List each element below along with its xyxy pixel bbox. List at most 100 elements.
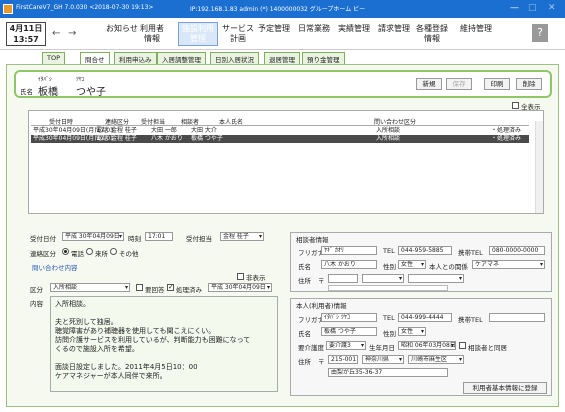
- tab-6[interactable]: 預り金管理: [302, 52, 345, 64]
- maximize-icon: □: [528, 3, 537, 13]
- connection-info: IP:192.168.1.83 admin (*) 1400000032 グルー…: [190, 6, 366, 13]
- consultant-sex-select[interactable]: 女性: [398, 260, 426, 269]
- inquiry-content-link[interactable]: 問い合わせ内容: [32, 262, 78, 272]
- category-select[interactable]: 入所相談: [50, 283, 130, 292]
- person-furigana-input[interactable]: ｲﾀﾊﾞｼ ﾂﾔｺ: [321, 313, 377, 322]
- menu-item-4[interactable]: 予定管理: [258, 24, 290, 34]
- help-icon[interactable]: ?: [532, 24, 548, 42]
- print-button[interactable]: 印刷: [484, 78, 510, 90]
- person-sex-select[interactable]: 女性: [398, 327, 426, 336]
- staff-label: 受付担当: [186, 235, 212, 243]
- processed-label: 処理済み: [176, 286, 202, 294]
- care-level-select[interactable]: 要介護3: [326, 341, 366, 350]
- time-input[interactable]: 17:01: [145, 232, 173, 241]
- window-title: FirstCareV7_GH 7.0.030 <2018-07-30 19:13…: [16, 4, 154, 11]
- consultant-furigana-input[interactable]: ﾔｷﾞ ｶｵﾘ: [321, 246, 377, 255]
- menu-item-3[interactable]: サービス 計画: [222, 24, 254, 44]
- tab-2[interactable]: 利用申込み: [114, 52, 157, 64]
- consultant-street-input[interactable]: [328, 285, 448, 291]
- menu-item-0[interactable]: お知らせ: [106, 24, 138, 34]
- person-street-input[interactable]: 由梨が丘35-36-37: [328, 368, 448, 377]
- processed-checkbox[interactable]: [167, 283, 174, 291]
- tab-1[interactable]: 問合せ: [80, 52, 110, 64]
- tab-3[interactable]: 入居調整管理: [157, 52, 206, 64]
- menu-item-7[interactable]: 請求管理: [378, 24, 410, 34]
- close-icon[interactable]: ✕: [548, 3, 556, 13]
- contact-option-visit: 来所: [95, 250, 108, 258]
- tab-4[interactable]: 日別入居状況: [210, 52, 259, 64]
- menu-item-9[interactable]: 維持管理: [460, 24, 492, 34]
- person-mobile-label: 携帯TEL: [458, 316, 483, 324]
- register-basic-info-button[interactable]: 利用者基本情報に登録: [463, 382, 547, 394]
- app-icon: [3, 4, 13, 14]
- person-tel-label: TEL: [383, 314, 395, 322]
- inquiry-list[interactable]: 受付日時 連絡区分 受付担当 相談者 本人氏名 問い合わせ区分 平成30年04月09日(月)…: [28, 110, 544, 214]
- name-label: 氏名: [20, 88, 33, 96]
- menu-item-1[interactable]: 利用者 情報: [140, 24, 164, 44]
- processed-date-input[interactable]: 平成 30年04月09日: [208, 283, 272, 292]
- person-city-select[interactable]: 川崎市麻生区: [408, 355, 464, 364]
- staff-select[interactable]: 金程 桂子: [220, 232, 264, 241]
- contact-radio-phone[interactable]: [62, 248, 69, 255]
- person-name-label: 氏名: [298, 330, 311, 338]
- content-line: 入所相談。: [55, 300, 90, 308]
- consultant-postal-input[interactable]: [328, 274, 358, 283]
- menu-item-6[interactable]: 実績管理: [338, 24, 370, 34]
- time-label: 時刻: [128, 235, 141, 243]
- person-tel-input[interactable]: 044-999-4444: [398, 313, 452, 322]
- person-pref-select[interactable]: 神奈川県: [362, 355, 404, 364]
- hidden-checkbox[interactable]: [237, 273, 244, 280]
- content-line: ケアマネジャーが本人同伴で来所。: [55, 372, 167, 380]
- current-datetime: 4月11日 13:57: [6, 22, 46, 46]
- tab-5[interactable]: 退居管理: [264, 52, 300, 64]
- person-sex-label: 性別: [383, 330, 396, 338]
- consultant-tel-label: TEL: [383, 247, 395, 255]
- consultant-city-select[interactable]: [408, 274, 464, 283]
- title-bar: FirstCareV7_GH 7.0.030 <2018-07-30 19:13…: [0, 0, 565, 18]
- consultant-name-input[interactable]: 八木 かおり: [321, 260, 377, 269]
- list-scrollbar[interactable]: [535, 121, 543, 213]
- delete-button[interactable]: 削除: [516, 78, 542, 90]
- person-postal-input[interactable]: 215-0011: [328, 355, 358, 364]
- new-button[interactable]: 新規: [416, 78, 442, 90]
- person-name-input[interactable]: 板橋 つや子: [321, 327, 377, 336]
- consultant-pref-select[interactable]: [362, 274, 404, 283]
- consultant-mobile-label: 携帯TEL: [458, 249, 483, 257]
- consultant-title: 相談者情報: [296, 236, 329, 244]
- contact-label: 連絡区分: [30, 250, 56, 258]
- birth-label: 生年月日: [369, 344, 395, 352]
- menu-item-2[interactable]: 施設利用 管理: [178, 22, 218, 46]
- tab-bar: TOP 問合せ 利用申込み 入居調整管理 日別入居状況 退居管理 預り金管理: [0, 50, 565, 64]
- kana-sei: ｲﾀﾊﾞｼ: [38, 77, 52, 83]
- person-mobile-input[interactable]: [489, 313, 545, 322]
- cohabit-label: 相談者と同居: [468, 344, 507, 352]
- reception-date-label: 受付日付: [30, 235, 56, 243]
- hidden-label: 非表示: [246, 274, 266, 282]
- relation-select[interactable]: ケアマネ: [472, 260, 545, 269]
- cohabit-checkbox[interactable]: [459, 342, 466, 349]
- content-label: 内容: [30, 300, 43, 308]
- forward-arrow-icon[interactable]: →: [68, 28, 76, 39]
- table-row[interactable]: 平成30年04月09日(月)17:03 電話 金程 桂子 大田 一郎 大田 大介 入所相談…: [31, 127, 529, 135]
- show-all-checkbox[interactable]: [512, 102, 519, 109]
- menu-item-5[interactable]: 日常業務: [298, 24, 330, 34]
- birth-date-input[interactable]: 昭和 06年03月08日: [398, 341, 456, 350]
- consultant-address-label: 住所: [298, 277, 311, 285]
- minimize-icon[interactable]: —: [510, 3, 519, 13]
- content-textarea[interactable]: 入所相談。 夫と死別して独居。 聴覚障害があり補聴器を使用しても聞こえにくい。 訪問介…: [50, 296, 278, 392]
- name-mei: つや子: [76, 87, 106, 98]
- reception-date-input[interactable]: 平成 30年04月09日: [62, 232, 124, 241]
- contact-radio-other[interactable]: [110, 248, 117, 255]
- reply-checkbox[interactable]: [136, 284, 143, 291]
- save-button[interactable]: 保存: [446, 78, 472, 90]
- tab-0[interactable]: TOP: [42, 52, 66, 64]
- consultant-tel-input[interactable]: 044-959-5885: [398, 246, 452, 255]
- back-arrow-icon[interactable]: ←: [52, 28, 60, 39]
- list-header-divider: [31, 125, 529, 126]
- person-title: 本人(利用者)情報: [296, 302, 347, 310]
- contact-radio-visit[interactable]: [86, 248, 93, 255]
- consultant-mobile-input[interactable]: 080-0000-0000: [489, 246, 545, 255]
- contact-option-other: その他: [119, 250, 139, 258]
- menu-item-8[interactable]: 各種登録 情報: [416, 24, 448, 44]
- table-row[interactable]: 平成30年04月09日(月)17:01 電話 金程 桂子 八木 かおり 板橋 つや子 入所…: [31, 135, 529, 143]
